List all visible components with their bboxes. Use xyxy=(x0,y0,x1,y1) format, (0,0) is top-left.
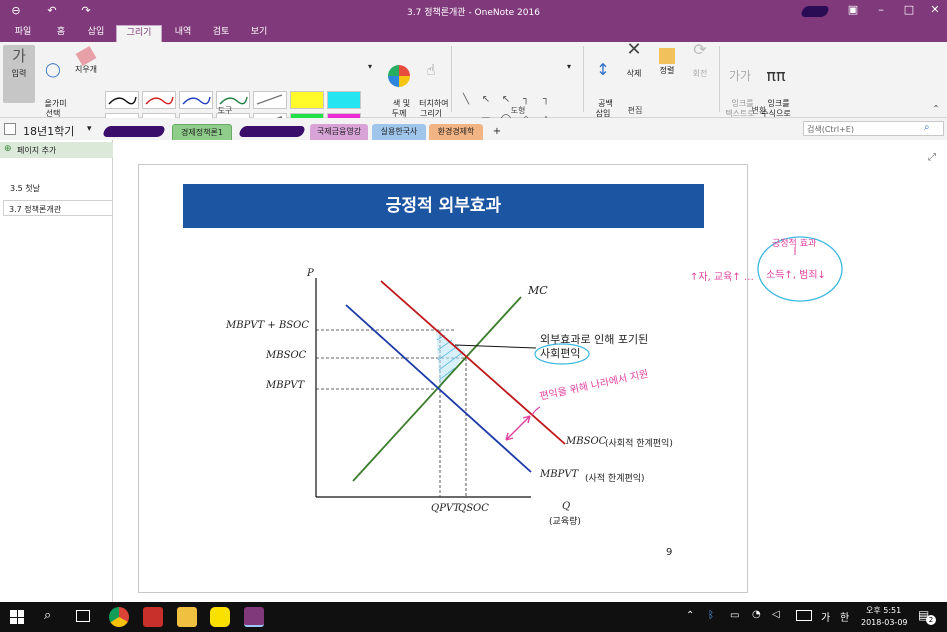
mbpvt-desc: (사적 한계편익) xyxy=(585,474,645,484)
annotation-text-2: 사회편익 xyxy=(540,347,581,360)
deadweight-area xyxy=(436,330,466,389)
axis-q-label: Q xyxy=(562,501,571,512)
qpvt-label: QPVT xyxy=(431,503,460,514)
mbsoc-curve-label: MBSOC xyxy=(566,436,607,447)
handwriting-stroke xyxy=(531,406,541,416)
clock-date[interactable]: 2018-03-09 xyxy=(861,618,908,627)
tray-chevron-icon[interactable]: ⌃ xyxy=(686,610,694,621)
mc-label: MC xyxy=(528,284,548,297)
start-icon[interactable] xyxy=(10,610,24,624)
onenote-icon[interactable] xyxy=(244,607,264,627)
pdf-app-icon[interactable] xyxy=(143,607,163,627)
mbsoc-tick-label: MBSOC xyxy=(266,350,307,361)
mbpvt-curve-label: MBPVT xyxy=(540,469,579,480)
notification-count: 2 xyxy=(926,615,936,625)
chrome-icon[interactable] xyxy=(109,607,129,627)
ime-mode[interactable]: 가 xyxy=(821,609,830,624)
clock-time[interactable]: 오후 5:51 xyxy=(866,605,901,616)
annotation-pointer xyxy=(454,344,537,349)
ime-hangul[interactable]: 한 xyxy=(840,609,849,624)
volume-icon[interactable]: ◁ xyxy=(772,609,780,620)
handwriting-note-4: ↑자, 교육↑ … xyxy=(690,272,754,283)
handwriting-arrow xyxy=(505,415,531,441)
mbpvt-tick-label: MBPVT xyxy=(266,380,305,391)
mbsoc-desc: (사회적 한계편익) xyxy=(605,439,673,449)
kakaotalk-icon[interactable] xyxy=(210,607,230,627)
keyboard-icon[interactable] xyxy=(796,610,812,621)
mbpvt-bsoc-label: MBPVT + BSOC xyxy=(226,320,309,331)
bluetooth-icon[interactable]: ᛒ xyxy=(708,610,714,621)
task-view-icon[interactable] xyxy=(76,610,90,622)
axis-p-label: P xyxy=(307,268,314,279)
file-explorer-icon[interactable] xyxy=(177,607,197,627)
handwriting-note-3: 소득↑, 범죄↓ xyxy=(766,270,826,281)
slide-page-number: 9 xyxy=(666,547,673,558)
windows-taskbar: ⌕ ⌃ ᛒ ▭ ◔ ◁ 가 한 오후 5:51 2018-03-09 ▤ 2 xyxy=(0,602,947,632)
qsoc-label: QSOC xyxy=(458,503,489,514)
economics-diagram xyxy=(315,236,843,498)
wifi-icon[interactable]: ◔ xyxy=(752,609,761,620)
axis-q-unit: (교육량) xyxy=(549,517,581,527)
battery-icon[interactable]: ▭ xyxy=(730,610,739,621)
handwriting-note-2: 긍정적 효과 xyxy=(772,239,817,249)
search-icon[interactable]: ⌕ xyxy=(44,608,51,623)
